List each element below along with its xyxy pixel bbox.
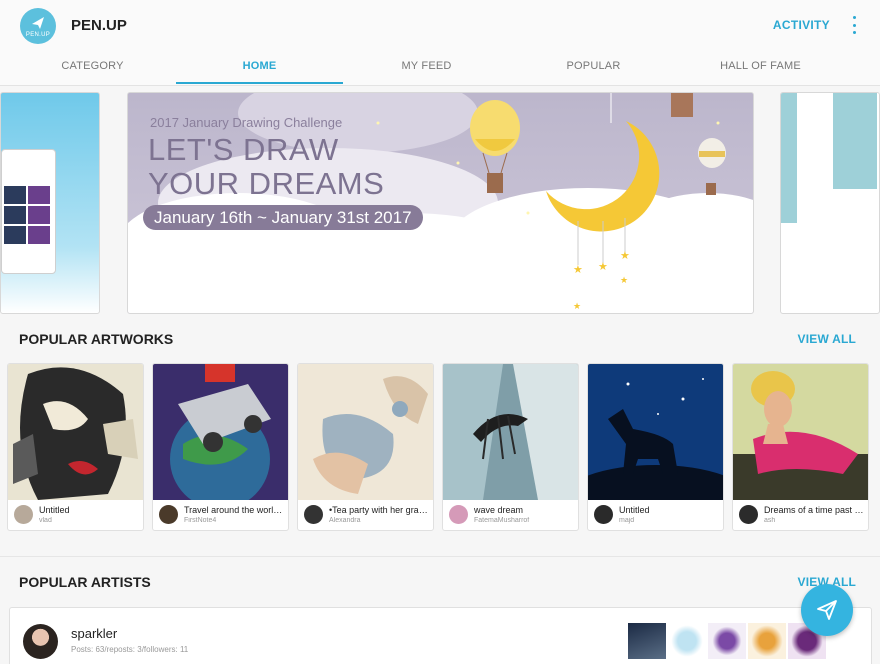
popular-artworks-view-all[interactable]: VIEW ALL (798, 332, 856, 346)
popular-artworks-title: POPULAR ARTWORKS (19, 331, 174, 347)
section-divider (0, 556, 880, 557)
artwork-thumbnail (153, 364, 288, 500)
send-fab[interactable] (801, 584, 853, 636)
artwork-card[interactable]: Untitled majd (587, 363, 724, 531)
artwork-card[interactable]: Dreams of a time past (... ash (732, 363, 869, 531)
artwork-title: •Tea party with her gran... (329, 505, 429, 515)
artwork-thumbnail (588, 364, 723, 500)
banner-subtitle: 2017 January Drawing Challenge (150, 115, 343, 130)
svg-text:★: ★ (573, 264, 583, 276)
more-vertical-icon[interactable] (850, 16, 858, 34)
author-avatar[interactable] (159, 505, 178, 524)
artwork-title: Travel around the world ... (184, 505, 284, 515)
phone-illustration (1, 149, 56, 274)
artist-artwork-thumb[interactable] (668, 623, 706, 659)
artwork-card[interactable]: Untitled vlad (7, 363, 144, 531)
svg-text:★: ★ (598, 261, 608, 273)
svg-text:★: ★ (620, 250, 630, 262)
artwork-list: Untitled vlad Travel around the world ..… (7, 363, 873, 531)
banner-title: LET'S DRAW YOUR DREAMS (148, 132, 385, 201)
artwork-thumbnail (298, 364, 433, 500)
carousel-prev-banner[interactable] (0, 92, 100, 314)
artwork-title: Untitled (39, 505, 70, 515)
artwork-author: FatemaMusharrof (474, 517, 530, 524)
author-avatar[interactable] (594, 505, 613, 524)
author-avatar[interactable] (449, 505, 468, 524)
app-title: PEN.UP (71, 17, 127, 34)
app-bar: PEN.UP PEN.UP ACTIVITY CATEGORY HOME MY … (0, 0, 880, 86)
tab-hall-of-fame[interactable]: HALL OF FAME (677, 52, 844, 86)
artwork-card[interactable]: Travel around the world ... FirstNote4 (152, 363, 289, 531)
artwork-title: wave dream (474, 505, 524, 515)
artwork-title: Untitled (619, 505, 650, 515)
artist-name: sparkler (71, 626, 118, 641)
artwork-author: ash (764, 517, 776, 524)
logo-text: PEN.UP (25, 31, 51, 38)
artist-stats: Posts: 63/reposts: 3/followers: 11 (71, 645, 189, 654)
artwork-author: FirstNote4 (184, 517, 217, 524)
artwork-title: Dreams of a time past (... (764, 505, 864, 515)
drawing-challenge-banner[interactable]: ★ ★ ★ ★ ★ 2017 January Drawing Challenge… (127, 92, 754, 314)
activity-button[interactable]: ACTIVITY (773, 18, 830, 32)
artist-avatar[interactable] (23, 624, 58, 659)
artwork-thumbnail (8, 364, 143, 500)
artwork-card[interactable]: •Tea party with her gran... Alexandra (297, 363, 434, 531)
artist-artwork-previews (628, 623, 826, 659)
carousel-next-banner[interactable] (780, 92, 880, 314)
author-avatar[interactable] (304, 505, 323, 524)
artwork-author: Alexandra (329, 517, 361, 524)
artist-artwork-thumb[interactable] (748, 623, 786, 659)
artwork-thumbnail (733, 364, 868, 500)
banner-dates: January 16th ~ January 31st 2017 (143, 205, 423, 230)
tab-home[interactable]: HOME (176, 52, 343, 86)
tab-my-feed[interactable]: MY FEED (343, 52, 510, 86)
artist-artwork-thumb[interactable] (708, 623, 746, 659)
tab-category[interactable]: CATEGORY (9, 52, 176, 86)
main-tabs: CATEGORY HOME MY FEED POPULAR HALL OF FA… (0, 52, 880, 86)
author-avatar[interactable] (14, 505, 33, 524)
send-icon (817, 600, 837, 620)
artwork-author: vlad (39, 517, 52, 524)
artist-card[interactable]: sparkler Posts: 63/reposts: 3/followers:… (9, 607, 872, 664)
svg-text:★: ★ (620, 275, 628, 285)
author-avatar[interactable] (739, 505, 758, 524)
artwork-card[interactable]: wave dream FatemaMusharrof (442, 363, 579, 531)
pen-up-home-screen: PEN.UP PEN.UP ACTIVITY CATEGORY HOME MY … (0, 0, 880, 664)
paper-plane-logo-icon (32, 16, 44, 29)
artist-artwork-thumb[interactable] (628, 623, 666, 659)
app-logo[interactable]: PEN.UP (20, 8, 56, 44)
artwork-thumbnail (443, 364, 578, 500)
popular-artists-title: POPULAR ARTISTS (19, 574, 151, 590)
svg-text:★: ★ (573, 301, 581, 311)
artwork-author: majd (619, 517, 635, 524)
tab-popular[interactable]: POPULAR (510, 52, 677, 86)
